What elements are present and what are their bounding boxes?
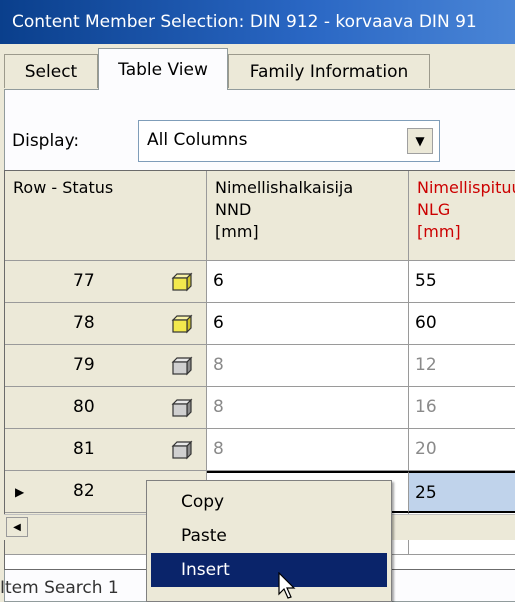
menu-item-paste[interactable]: Paste xyxy=(151,519,387,553)
cell-nlg[interactable]: 60 xyxy=(409,303,515,345)
cell-nnd[interactable]: 8 xyxy=(207,345,409,387)
display-label: Display: xyxy=(12,131,80,151)
cell-nnd[interactable]: 6 xyxy=(207,261,409,303)
cell-nnd[interactable]: 6 xyxy=(207,303,409,345)
table-row[interactable]: 81 8 20 xyxy=(5,429,515,471)
cube-icon-grey xyxy=(171,398,193,418)
triangle-right-icon: ▶ xyxy=(15,485,25,499)
cell-nlg[interactable]: 12 xyxy=(409,345,515,387)
row-number: 80 xyxy=(73,397,95,417)
row-number: 79 xyxy=(73,355,95,375)
table-row[interactable]: 77 6 55 xyxy=(5,261,515,303)
cell-nnd[interactable]: 8 xyxy=(207,387,409,429)
cell-nlg[interactable]: 25 xyxy=(409,471,515,513)
cube-icon-yellow xyxy=(171,314,193,334)
cell-nlg[interactable]: 55 xyxy=(409,261,515,303)
column-header-row-status[interactable]: Row - Status xyxy=(5,171,207,261)
display-dropdown[interactable]: All Columns ▼ xyxy=(138,120,440,162)
tab-table-view[interactable]: Table View xyxy=(98,48,228,90)
menu-item-insert[interactable]: Insert xyxy=(151,553,387,587)
mouse-pointer-icon xyxy=(278,572,296,599)
row-number: 77 xyxy=(73,271,95,291)
row-number: 82 xyxy=(73,481,95,501)
tab-strip: Select Table View Family Information xyxy=(0,44,515,90)
window-title: Content Member Selection: DIN 912 - korv… xyxy=(12,12,477,32)
row-header[interactable]: 81 xyxy=(5,429,207,471)
triangle-left-icon[interactable]: ◀ xyxy=(6,517,28,537)
display-dropdown-value: All Columns xyxy=(147,130,248,150)
chevron-down-icon[interactable]: ▼ xyxy=(407,128,433,154)
cube-icon-yellow xyxy=(171,272,193,292)
cube-icon-grey xyxy=(171,440,193,460)
column-header-nnd[interactable]: Nimellishalkaisija NND [mm] xyxy=(207,171,409,261)
cube-icon-grey xyxy=(171,356,193,376)
cell-nlg[interactable]: 20 xyxy=(409,429,515,471)
table-row[interactable]: 79 8 12 xyxy=(5,345,515,387)
table-row[interactable]: 78 6 60 xyxy=(5,303,515,345)
tab-select[interactable]: Select xyxy=(4,54,98,88)
menu-item-copy[interactable]: Copy xyxy=(151,485,387,519)
row-number: 78 xyxy=(73,313,95,333)
window-title-bar: Content Member Selection: DIN 912 - korv… xyxy=(0,0,515,44)
row-header[interactable]: 77 xyxy=(5,261,207,303)
row-header[interactable]: 78 xyxy=(5,303,207,345)
status-bar-text: Item Search 1 xyxy=(0,578,119,598)
column-header-nlg[interactable]: Nimellispituus NLG [mm] xyxy=(409,171,515,261)
cell-nnd[interactable]: 8 xyxy=(207,429,409,471)
context-menu: Copy Paste Insert xyxy=(146,480,392,602)
row-header[interactable]: 80 xyxy=(5,387,207,429)
tab-family-information[interactable]: Family Information xyxy=(228,54,430,88)
cell-nlg[interactable]: 16 xyxy=(409,387,515,429)
row-header[interactable]: 79 xyxy=(5,345,207,387)
row-number: 81 xyxy=(73,439,95,459)
table-row[interactable]: 80 8 16 xyxy=(5,387,515,429)
